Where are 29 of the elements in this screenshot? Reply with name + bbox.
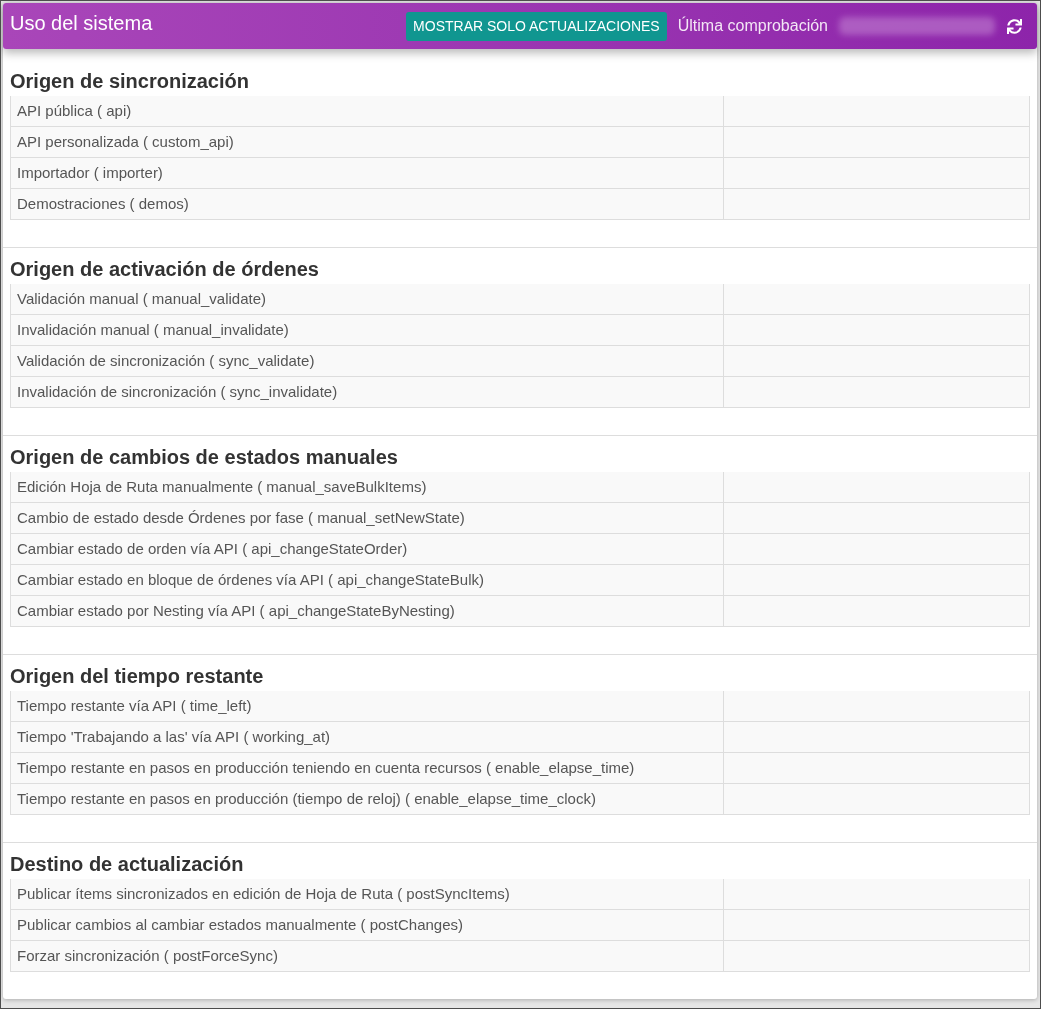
section-title: Origen de activación de órdenes (10, 257, 320, 282)
refresh-icon[interactable] (1007, 18, 1022, 34)
table-cell-text: API pública ( api) (16, 101, 133, 121)
table-cell-text: Tiempo restante en pasos en producción (tiempo de reloj) ( enable_elapse_time_clock) (16, 789, 597, 809)
table-cell-text: Publicar cambios al cambiar estados manualmente ( postChanges) (16, 915, 465, 935)
table-cell-text: Invalidación manual ( manual_invalidate) (16, 320, 290, 340)
table-cell-text: Validación de sincronización ( sync_validate) (16, 351, 316, 371)
table-cell-text: Forzar sincronización ( postForceSync) (16, 946, 279, 966)
table-cell-text: Cambio de estado desde Órdenes por fase ( manual_setNewState) (16, 508, 466, 528)
table-cell-text: Cambiar estado en bloque de órdenes vía API ( api_changeStateBulk) (16, 570, 485, 590)
table-cell-text: Tiempo restante en pasos en producción teniendo en cuenta recursos ( enable_elapse_time) (16, 758, 636, 778)
section-title: Origen de cambios de estados manuales (10, 445, 399, 470)
table-cell-text: Tiempo restante vía API ( time_left) (16, 696, 253, 716)
table-cell-text: Publicar ítems sincronizados en edición de Hoja de Ruta ( postSyncItems) (16, 884, 511, 904)
table-cell-text: Cambiar estado de orden vía API ( api_changeStateOrder) (16, 539, 409, 559)
section-title: Origen del tiempo restante (10, 664, 265, 689)
section-title: Origen de sincronización (10, 69, 250, 94)
table-cell-text: Demostraciones ( demos) (16, 194, 190, 214)
table-cell-text: Invalidación de sincronización ( sync_invalidate) (16, 382, 339, 402)
table-cell-text: Edición Hoja de Ruta manualmente ( manual_saveBulkItems) (16, 477, 428, 497)
last-check-label: Última comprobación (677, 15, 828, 36)
section-title: Destino de actualización (10, 852, 245, 877)
filter-button[interactable]: MOSTRAR SOLO ACTUALIZACIONES (406, 11, 667, 41)
table-cell-text: Tiempo 'Trabajando a las' vía API ( working_at) (16, 727, 332, 747)
table-cell-text: API personalizada ( custom_api) (16, 132, 235, 152)
table-cell-text: Importador ( importer) (16, 163, 164, 183)
page-title: Uso del sistema (10, 11, 153, 36)
table-cell-text: Cambiar estado por Nesting vía API ( api_changeStateByNesting) (16, 601, 456, 621)
table-cell-text: Validación manual ( manual_validate) (16, 289, 268, 309)
